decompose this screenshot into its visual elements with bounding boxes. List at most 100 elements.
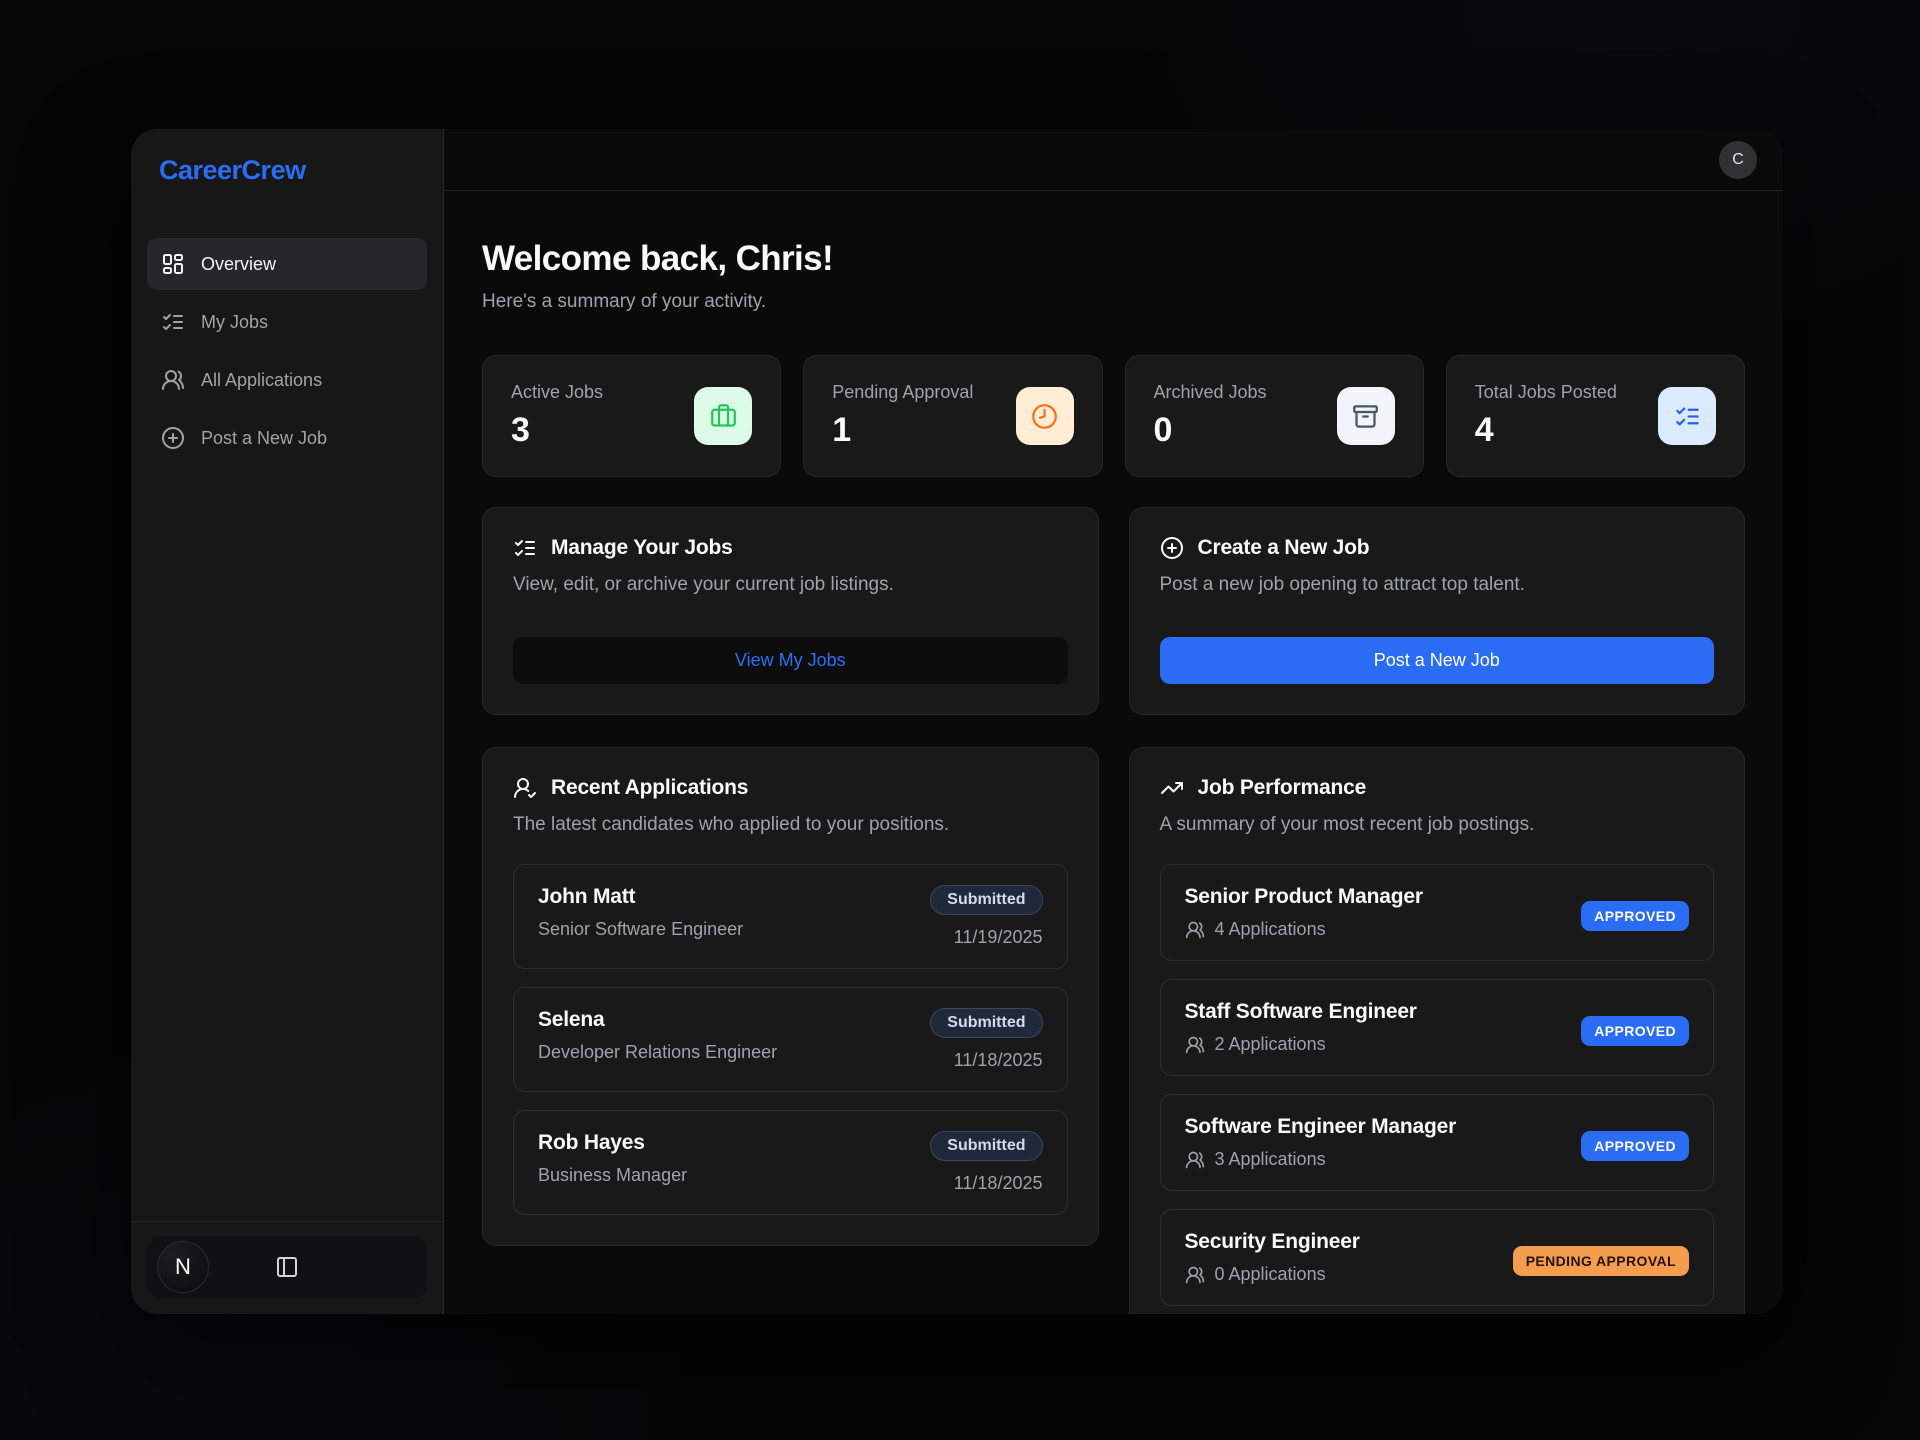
- job-status-badge: PENDING APPROVAL: [1513, 1246, 1689, 1276]
- stats-row: Active Jobs 3 Pending Approval 1 Archive…: [482, 355, 1745, 477]
- stat-label: Total Jobs Posted: [1475, 382, 1617, 403]
- manage-jobs-description: View, edit, or archive your current job …: [513, 574, 1068, 596]
- main-area: C Welcome back, Chris! Here's a summary …: [444, 129, 1783, 1314]
- manage-jobs-card: Manage Your Jobs View, edit, or archive …: [482, 507, 1099, 715]
- recent-applications-card: Recent Applications The latest candidate…: [482, 747, 1099, 1246]
- sidebar-footer: N: [147, 1221, 427, 1298]
- sidebar-item-post-a-new-job[interactable]: Post a New Job: [147, 412, 427, 464]
- application-row[interactable]: Selena Developer Relations Engineer Subm…: [513, 987, 1068, 1092]
- job-title: Software Engineer Manager: [1185, 1115, 1457, 1139]
- plus-circle-icon: [161, 426, 185, 450]
- job-status-badge: APPROVED: [1581, 901, 1689, 931]
- sidebar: CareerCrew Overview My Jobs All Applicat…: [131, 129, 444, 1314]
- panel-left-icon: [275, 1255, 299, 1279]
- sidebar-item-all-applications[interactable]: All Applications: [147, 354, 427, 406]
- stat-value: 0: [1154, 411, 1267, 450]
- plus-circle-icon: [1160, 536, 1184, 560]
- applicant-name: Rob Hayes: [538, 1131, 687, 1155]
- sidebar-item-my-jobs[interactable]: My Jobs: [147, 296, 427, 348]
- create-job-card: Create a New Job Post a new job opening …: [1129, 507, 1746, 715]
- job-title: Senior Product Manager: [1185, 885, 1423, 909]
- create-job-title: Create a New Job: [1198, 536, 1370, 560]
- application-row[interactable]: John Matt Senior Software Engineer Submi…: [513, 864, 1068, 969]
- archive-icon: [1352, 403, 1379, 430]
- job-performance-card: Job Performance A summary of your most r…: [1129, 747, 1746, 1314]
- job-performance-list: Senior Product Manager 4 Applications AP…: [1160, 864, 1715, 1306]
- stat-iconbox: [1658, 387, 1716, 445]
- sidebar-footer-divider: [131, 1221, 443, 1222]
- sidebar-item-overview[interactable]: Overview: [147, 238, 427, 290]
- bottom-row: Recent Applications The latest candidate…: [482, 747, 1745, 1314]
- create-job-description: Post a new job opening to attract top ta…: [1160, 574, 1715, 596]
- actions-row: Manage Your Jobs View, edit, or archive …: [482, 507, 1745, 715]
- user-avatar[interactable]: N: [157, 1241, 209, 1293]
- stat-value: 3: [511, 411, 603, 450]
- main-content: Welcome back, Chris! Here's a summary of…: [444, 191, 1783, 1314]
- topbar: C: [444, 129, 1783, 191]
- applicant-role: Senior Software Engineer: [538, 919, 743, 940]
- stat-card-total-jobs-posted: Total Jobs Posted 4: [1446, 355, 1745, 477]
- applicant-name: John Matt: [538, 885, 743, 909]
- account-avatar[interactable]: C: [1719, 141, 1757, 179]
- stat-card-archived-jobs: Archived Jobs 0: [1125, 355, 1424, 477]
- job-performance-row[interactable]: Senior Product Manager 4 Applications AP…: [1160, 864, 1715, 961]
- users-icon: [161, 368, 185, 392]
- manage-jobs-title: Manage Your Jobs: [551, 536, 733, 560]
- job-performance-title: Job Performance: [1198, 776, 1367, 800]
- application-status-badge: Submitted: [930, 1008, 1042, 1038]
- job-status-badge: APPROVED: [1581, 1131, 1689, 1161]
- job-performance-description: A summary of your most recent job postin…: [1160, 814, 1715, 836]
- applicant-name: Selena: [538, 1008, 777, 1032]
- applications-list: John Matt Senior Software Engineer Submi…: [513, 864, 1068, 1215]
- applications-count: 0 Applications: [1215, 1264, 1326, 1285]
- application-status-badge: Submitted: [930, 885, 1042, 915]
- sidebar-nav: Overview My Jobs All Applications Post a…: [147, 238, 427, 464]
- stat-label: Pending Approval: [832, 382, 973, 403]
- sidebar-item-label: All Applications: [201, 370, 322, 391]
- applications-count: 4 Applications: [1215, 919, 1326, 940]
- job-performance-row[interactable]: Staff Software Engineer 2 Applications A…: [1160, 979, 1715, 1076]
- stat-card-pending-approval: Pending Approval 1: [803, 355, 1102, 477]
- dashboard-icon: [161, 252, 185, 276]
- users-icon: [1185, 1150, 1205, 1170]
- job-performance-row[interactable]: Software Engineer Manager 3 Applications…: [1160, 1094, 1715, 1191]
- list-checks-icon: [161, 310, 185, 334]
- users-icon: [1185, 1265, 1205, 1285]
- application-date: 11/18/2025: [954, 1173, 1043, 1194]
- users-icon: [1185, 1035, 1205, 1055]
- sidebar-item-label: Post a New Job: [201, 428, 327, 449]
- recent-applications-title: Recent Applications: [551, 776, 748, 800]
- applications-count: 2 Applications: [1215, 1034, 1326, 1055]
- users-icon: [1185, 920, 1205, 940]
- application-row[interactable]: Rob Hayes Business Manager Submitted 11/…: [513, 1110, 1068, 1215]
- stat-label: Archived Jobs: [1154, 382, 1267, 403]
- view-my-jobs-button[interactable]: View My Jobs: [513, 637, 1068, 684]
- applicant-role: Developer Relations Engineer: [538, 1042, 777, 1063]
- job-title: Security Engineer: [1185, 1230, 1360, 1254]
- stat-iconbox: [1337, 387, 1395, 445]
- post-new-job-button[interactable]: Post a New Job: [1160, 637, 1715, 684]
- application-date: 11/19/2025: [954, 927, 1043, 948]
- application-date: 11/18/2025: [954, 1050, 1043, 1071]
- list-checks-icon: [1674, 403, 1701, 430]
- trending-up-icon: [1160, 776, 1184, 800]
- stat-iconbox: [1016, 387, 1074, 445]
- job-title: Staff Software Engineer: [1185, 1000, 1417, 1024]
- application-status-badge: Submitted: [930, 1131, 1042, 1161]
- recent-applications-description: The latest candidates who applied to you…: [513, 814, 1068, 836]
- job-performance-row[interactable]: Security Engineer 0 Applications PENDING…: [1160, 1209, 1715, 1306]
- applications-count: 3 Applications: [1215, 1149, 1326, 1170]
- stat-value: 4: [1475, 411, 1617, 450]
- page-subtitle: Here's a summary of your activity.: [482, 291, 1745, 313]
- stat-value: 1: [832, 411, 973, 450]
- job-status-badge: APPROVED: [1581, 1016, 1689, 1046]
- clock-icon: [1031, 403, 1058, 430]
- stat-iconbox: [694, 387, 752, 445]
- stat-label: Active Jobs: [511, 382, 603, 403]
- app-window: CareerCrew Overview My Jobs All Applicat…: [131, 129, 1783, 1314]
- app-logo: CareerCrew: [147, 155, 427, 186]
- stat-card-active-jobs: Active Jobs 3: [482, 355, 781, 477]
- list-checks-icon: [513, 536, 537, 560]
- sidebar-item-label: Overview: [201, 254, 276, 275]
- sidebar-item-label: My Jobs: [201, 312, 268, 333]
